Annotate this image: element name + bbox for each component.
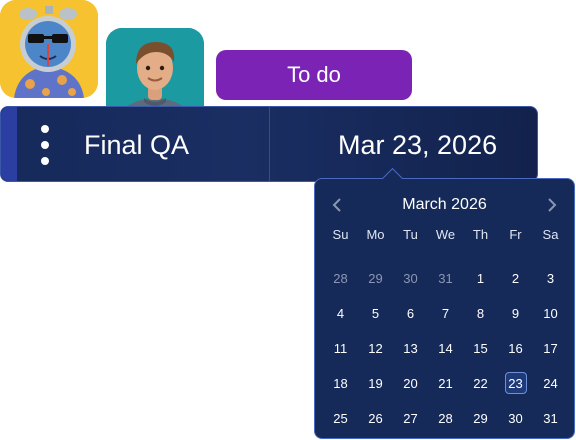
calendar-day-label: 29: [473, 411, 488, 426]
date-picker-header: March 2026: [315, 193, 574, 217]
calendar-day-label: 2: [511, 271, 520, 286]
calendar-day-label: 4: [336, 306, 345, 321]
weekday-label: Su: [332, 227, 349, 242]
calendar-day-label: 29: [368, 271, 383, 286]
calendar-day-label: 31: [438, 271, 453, 286]
task-title[interactable]: Final QA: [84, 107, 189, 183]
calendar-day[interactable]: 4: [323, 296, 358, 331]
calendar-day[interactable]: 28: [323, 261, 358, 296]
chevron-left-icon: [332, 198, 341, 212]
month-label: March 2026: [402, 196, 487, 213]
calendar-day[interactable]: 25: [323, 401, 358, 436]
calendar-day[interactable]: 30: [393, 261, 428, 296]
calendar-day-label: 16: [508, 341, 523, 356]
calendar-day-label: 26: [368, 411, 383, 426]
clock-mascot-icon: [0, 0, 98, 98]
calendar-day-label: 19: [368, 376, 383, 391]
calendar-day[interactable]: 22: [463, 366, 498, 401]
calendar-day[interactable]: 8: [463, 296, 498, 331]
calendar-days-grid: 28 29 30 31 1 2 3 4 5 6 7 8 9 10 11 12 13 14 15 16 17 18 19 20 2…: [323, 261, 568, 436]
calendar-day-label: 12: [368, 341, 383, 356]
calendar-day[interactable]: 21: [428, 366, 463, 401]
calendar-day-label: 13: [403, 341, 418, 356]
calendar-day[interactable]: 12: [358, 331, 393, 366]
calendar-day[interactable]: 13: [393, 331, 428, 366]
calendar-day-label: 28: [438, 411, 453, 426]
calendar-day-label: 23: [508, 376, 523, 391]
weekday-label: We: [435, 227, 456, 242]
task-row-accent: [1, 107, 17, 181]
calendar-day-label: 8: [476, 306, 485, 321]
kebab-menu-icon[interactable]: [35, 125, 55, 165]
calendar-day[interactable]: 29: [358, 261, 393, 296]
status-label: To do: [287, 62, 341, 87]
calendar-day[interactable]: 27: [393, 401, 428, 436]
calendar-day[interactable]: 31: [428, 261, 463, 296]
calendar-day[interactable]: 19: [358, 366, 393, 401]
calendar-day-label: 22: [473, 376, 488, 391]
calendar-day[interactable]: 30: [498, 401, 533, 436]
calendar-day-label: 3: [546, 271, 555, 286]
calendar-day-label: 20: [403, 376, 418, 391]
calendar-day[interactable]: 10: [533, 296, 568, 331]
weekday-label: Th: [472, 227, 489, 242]
calendar-day[interactable]: 14: [428, 331, 463, 366]
calendar-day[interactable]: 18: [323, 366, 358, 401]
calendar-day-label: 21: [438, 376, 453, 391]
calendar-day[interactable]: 31: [533, 401, 568, 436]
calendar-day-label: 24: [543, 376, 558, 391]
calendar-day[interactable]: 17: [533, 331, 568, 366]
task-row-divider: [269, 107, 270, 181]
calendar-day[interactable]: 26: [358, 401, 393, 436]
calendar-day-label: 7: [441, 306, 450, 321]
calendar-day[interactable]: 2: [498, 261, 533, 296]
calendar-day-label: 18: [333, 376, 348, 391]
calendar-day[interactable]: 3: [533, 261, 568, 296]
calendar-day-label: 25: [333, 411, 348, 426]
weekday-label: Mo: [366, 227, 385, 242]
calendar-day[interactable]: 24: [533, 366, 568, 401]
weekday-label: Sa: [542, 227, 559, 242]
calendar-day[interactable]: 11: [323, 331, 358, 366]
task-row: Final QA Mar 23, 2026: [0, 106, 538, 182]
prev-month-button[interactable]: [325, 193, 349, 217]
chevron-right-icon: [548, 198, 557, 212]
calendar-day[interactable]: 5: [358, 296, 393, 331]
calendar-day-label: 1: [476, 271, 485, 286]
calendar-day-label: 28: [333, 271, 348, 286]
calendar-day-label: 9: [511, 306, 520, 321]
calendar-day[interactable]: 28: [428, 401, 463, 436]
weekday-header: Su Mo Tu We Th Fr Sa: [323, 225, 568, 245]
weekday-label: Fr: [509, 227, 522, 242]
calendar-day[interactable]: 9: [498, 296, 533, 331]
calendar-day[interactable]: 20: [393, 366, 428, 401]
calendar-day-label: 17: [543, 341, 558, 356]
calendar-day[interactable]: 16: [498, 331, 533, 366]
status-todo-button[interactable]: To do: [216, 50, 412, 100]
calendar-day-label: 15: [473, 341, 488, 356]
calendar-day[interactable]: 1: [463, 261, 498, 296]
clock-mascot-avatar[interactable]: [0, 0, 98, 98]
date-picker-popup: March 2026 Su Mo Tu We Th Fr Sa 28 29 30 31…: [314, 167, 575, 439]
weekday-label: Tu: [403, 227, 418, 242]
calendar-day[interactable]: 15: [463, 331, 498, 366]
calendar-day-label: 31: [543, 411, 558, 426]
calendar-day[interactable]: 29: [463, 401, 498, 436]
calendar-day-label: 14: [438, 341, 453, 356]
calendar-day-label: 11: [333, 341, 348, 356]
calendar-day-label: 5: [371, 306, 380, 321]
calendar-day[interactable]: 6: [393, 296, 428, 331]
calendar-day[interactable]: 7: [428, 296, 463, 331]
calendar-day-label: 30: [508, 411, 523, 426]
calendar-day-label: 30: [403, 271, 418, 286]
calendar-day-label: 27: [403, 411, 418, 426]
calendar-day-label: 10: [543, 306, 558, 321]
calendar-day-selected[interactable]: 23: [498, 366, 533, 401]
due-date-field[interactable]: Mar 23, 2026: [301, 107, 539, 183]
next-month-button[interactable]: [540, 193, 564, 217]
calendar-day-label: 6: [406, 306, 415, 321]
